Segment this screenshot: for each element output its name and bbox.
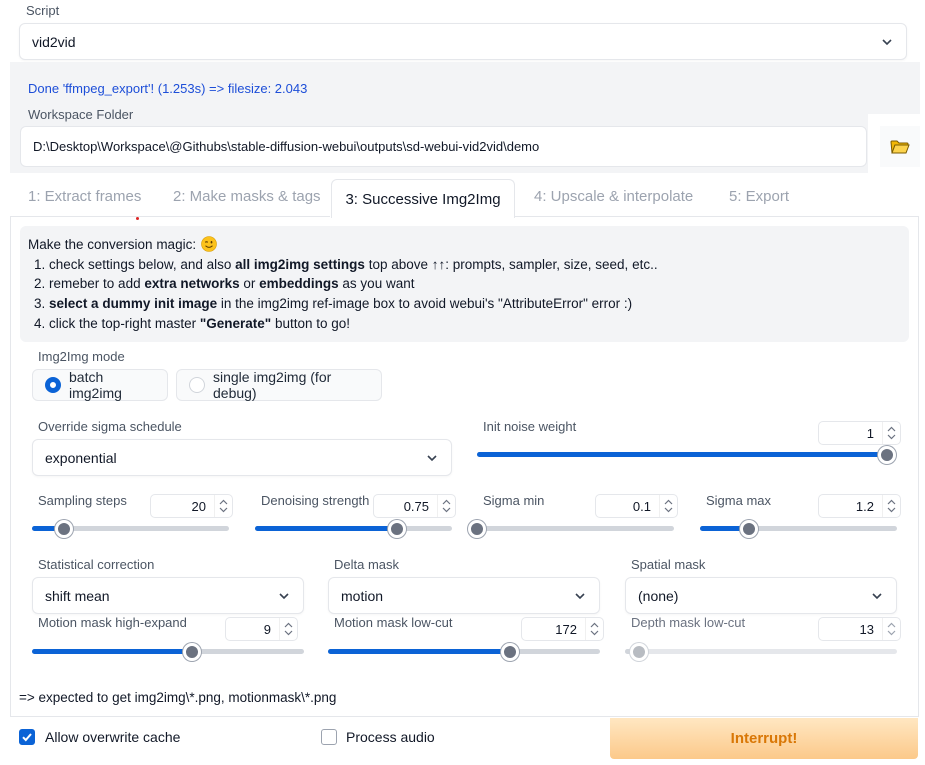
spinner[interactable] [585, 618, 603, 640]
delta-mask-label: Delta mask [334, 557, 400, 572]
chevron-up-icon [887, 622, 896, 628]
radio-batch-img2img[interactable]: batch img2img [32, 369, 168, 401]
chevron-up-icon [284, 622, 293, 628]
motion-lowcut-input[interactable]: 172 [521, 617, 604, 641]
instructions-intro: Make the conversion magic: [28, 236, 217, 252]
sampling-steps-input[interactable]: 20 [150, 494, 233, 518]
instruction-step-2: 2. remeber to add extra networks or embe… [34, 276, 415, 291]
spinner[interactable] [279, 618, 297, 640]
spinner[interactable] [214, 495, 232, 517]
chevron-down-icon [872, 592, 882, 599]
denoising-strength-input[interactable]: 0.75 [373, 494, 456, 518]
denoising-strength-label: Denoising strength [261, 493, 370, 508]
spatial-mask-select[interactable]: (none) [625, 577, 897, 614]
sigma-max-input[interactable]: 1.2 [818, 494, 901, 518]
motion-highexpand-slider[interactable] [32, 642, 304, 661]
tab-successive-img2img[interactable]: 3: Successive Img2Img [331, 179, 515, 218]
script-label: Script [26, 3, 60, 18]
slider-thumb[interactable] [54, 519, 73, 538]
tab-extract-frames[interactable]: 1: Extract frames [28, 188, 141, 205]
statistical-correction-label: Statistical correction [38, 557, 155, 572]
checkbox-unchecked-icon [321, 729, 337, 745]
tab-export[interactable]: 5: Export [729, 188, 789, 205]
depth-lowcut-label: Depth mask low-cut [631, 615, 746, 630]
denoising-strength-slider[interactable] [255, 519, 452, 538]
slider-thumb[interactable] [468, 519, 486, 538]
img2img-mode-label: Img2Img mode [38, 349, 125, 364]
chevron-up-icon [442, 499, 451, 505]
chevron-down-icon [575, 592, 585, 599]
instruction-step-4: 4. click the top-right master "Generate"… [34, 316, 350, 331]
workspace-input[interactable]: D:\Desktop\Workspace\@Githubs\stable-dif… [20, 126, 867, 167]
chevron-up-icon [664, 499, 673, 505]
override-sigma-select[interactable]: exponential [32, 439, 452, 476]
init-noise-weight-label: Init noise weight [483, 419, 577, 434]
init-noise-weight-input[interactable]: 1 [818, 421, 901, 445]
folder-icon [890, 140, 910, 153]
checkbox-checked-icon [19, 729, 35, 745]
sigma-min-slider[interactable] [468, 519, 674, 538]
tab-upscale-interpolate[interactable]: 4: Upscale & interpolate [534, 188, 693, 205]
script-select[interactable]: vid2vid [19, 23, 907, 60]
depth-lowcut-input[interactable]: 13 [818, 617, 901, 641]
tab-make-masks[interactable]: 2: Make masks & tags [173, 188, 321, 205]
status-message: Done 'ffmpeg_export'! (1.253s) => filesi… [28, 81, 308, 96]
radio-checked-icon [45, 377, 61, 393]
chevron-down-icon [442, 507, 451, 513]
slider-thumb[interactable] [183, 642, 202, 661]
chevron-down-icon [887, 507, 896, 513]
chevron-down-icon [887, 630, 896, 636]
init-noise-weight-slider[interactable] [477, 445, 896, 464]
chevron-down-icon [590, 630, 599, 636]
sigma-min-label: Sigma min [483, 493, 545, 508]
instruction-step-3: 3. select a dummy init image in the img2… [34, 296, 633, 311]
chevron-up-icon [887, 426, 896, 432]
instruction-step-1: 1. check settings below, and also all im… [34, 257, 658, 272]
spinner[interactable] [882, 422, 900, 444]
motion-lowcut-label: Motion mask low-cut [334, 615, 453, 630]
wink-emoji-icon [201, 236, 217, 252]
spinner[interactable] [437, 495, 455, 517]
slider-thumb[interactable] [387, 519, 406, 538]
sigma-min-input[interactable]: 0.1 [595, 494, 678, 518]
chevron-down-icon [664, 507, 673, 513]
chevron-down-icon [284, 630, 293, 636]
process-audio-checkbox[interactable]: Process audio [321, 729, 435, 745]
sampling-steps-label: Sampling steps [38, 493, 127, 508]
chevron-down-icon [279, 592, 289, 599]
spinner[interactable] [882, 618, 900, 640]
delta-mask-select[interactable]: motion [328, 577, 600, 614]
radio-unchecked-icon [189, 377, 205, 393]
script-value: vid2vid [32, 33, 76, 50]
chevron-down-icon [887, 434, 896, 440]
chevron-down-icon [882, 38, 892, 45]
sigma-max-label: Sigma max [706, 493, 772, 508]
chevron-down-icon [427, 454, 437, 461]
workspace-label: Workspace Folder [28, 107, 134, 122]
allow-overwrite-checkbox[interactable]: Allow overwrite cache [19, 729, 180, 745]
motion-highexpand-input[interactable]: 9 [225, 617, 298, 641]
spinner[interactable] [659, 495, 677, 517]
motion-highexpand-label: Motion mask high-expand [38, 615, 187, 630]
spatial-mask-label: Spatial mask [631, 557, 706, 572]
override-sigma-label: Override sigma schedule [38, 419, 182, 434]
chevron-up-icon [590, 622, 599, 628]
slider-thumb[interactable] [740, 519, 759, 538]
interrupt-button[interactable]: Interrupt! [610, 718, 918, 759]
slider-thumb[interactable] [501, 642, 520, 661]
sampling-steps-slider[interactable] [32, 519, 229, 538]
slider-thumb[interactable] [629, 642, 648, 661]
chevron-down-icon [219, 507, 228, 513]
chevron-up-icon [219, 499, 228, 505]
statistical-correction-select[interactable]: shift mean [32, 577, 304, 614]
radio-single-img2img[interactable]: single img2img (for debug) [176, 369, 382, 401]
spinner[interactable] [882, 495, 900, 517]
expected-output-text: => expected to get img2img\*.png, motion… [19, 690, 337, 705]
chevron-up-icon [887, 499, 896, 505]
open-folder-button[interactable] [880, 126, 920, 167]
sigma-max-slider[interactable] [700, 519, 897, 538]
slider-thumb[interactable] [878, 445, 896, 464]
motion-lowcut-slider[interactable] [328, 642, 600, 661]
depth-lowcut-slider[interactable] [625, 642, 897, 661]
